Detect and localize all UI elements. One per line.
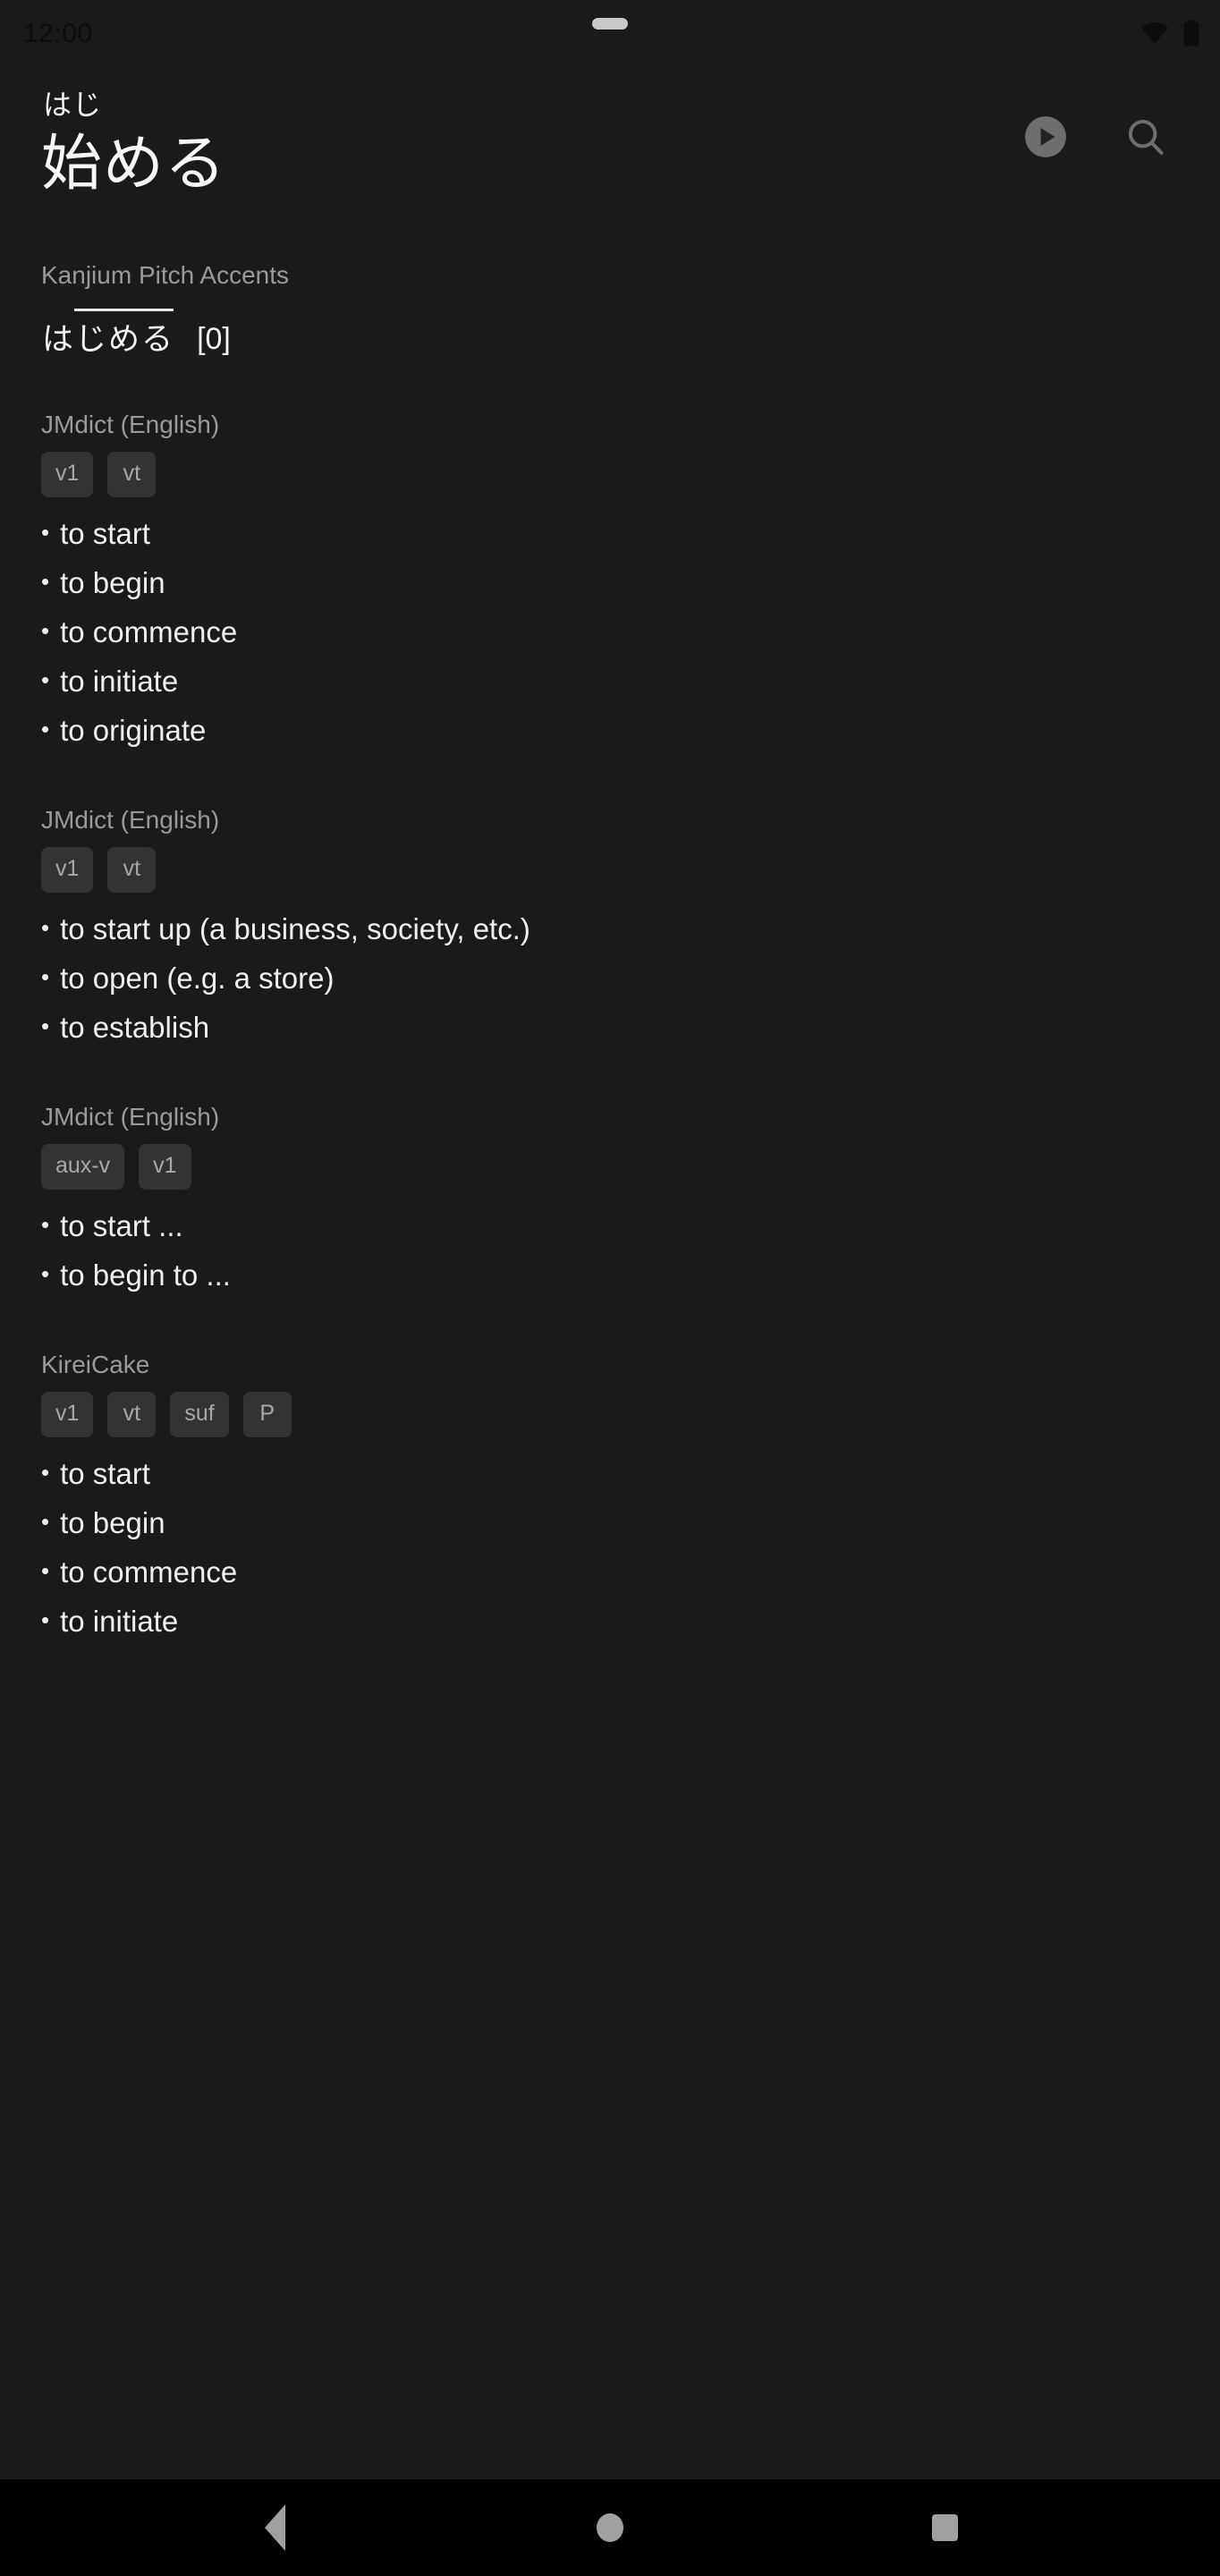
- definition-item: • to originate: [41, 707, 1179, 756]
- entry-pitch-accent: Kanjium Pitch Accents は じ め る [0]: [41, 202, 1179, 360]
- play-audio-button[interactable]: [1021, 113, 1070, 161]
- entry-jmdict-3: JMdict (English) aux-v v1 • to start ... …: [41, 1053, 1179, 1301]
- entry-tag-row: v1 vt: [41, 846, 1179, 893]
- nav-recents-button[interactable]: [902, 2485, 988, 2571]
- nav-home-button[interactable]: [567, 2485, 653, 2571]
- entry-tag[interactable]: aux-v: [41, 1144, 125, 1190]
- bullet-icon: •: [41, 1211, 50, 1238]
- definition-text: to start up (a business, society, etc.): [60, 911, 530, 945]
- entry-tag[interactable]: vt: [107, 1392, 157, 1438]
- status-icons: [1140, 19, 1200, 51]
- battery-icon: [1182, 19, 1200, 51]
- app-bar: はじ 始める: [0, 70, 1220, 202]
- bullet-icon: •: [41, 1508, 50, 1536]
- entry-source-label: JMdict (English): [41, 410, 220, 438]
- entry-source-label: JMdict (English): [41, 805, 220, 834]
- entry-jmdict-2: JMdict (English) v1 vt • to start up (a b…: [41, 756, 1179, 1053]
- status-clock: 12:00: [23, 19, 93, 48]
- definition-list: • to start • to begin • to commence • to ini…: [41, 1450, 1179, 1647]
- definition-item: • to commence: [41, 1548, 1179, 1597]
- camera-cutout: [592, 18, 628, 30]
- definition-item: • to begin: [41, 559, 1179, 608]
- pitch-mora: じ: [74, 308, 108, 360]
- definition-text: to start: [60, 1457, 150, 1491]
- page-title: 始める: [41, 130, 227, 199]
- definition-item: • to begin to ...: [41, 1251, 1179, 1301]
- app-bar-actions: [1021, 84, 1190, 161]
- pitch-accent-row: は じ め る [0]: [41, 303, 1179, 360]
- bullet-icon: •: [41, 1459, 50, 1487]
- bullet-icon: •: [41, 1606, 50, 1633]
- bullet-icon: •: [41, 1556, 50, 1584]
- pitch-accent-number: [0]: [197, 321, 231, 356]
- bullet-icon: •: [41, 715, 50, 742]
- entry-tag[interactable]: v1: [41, 846, 94, 893]
- definition-text: to start ...: [60, 1209, 183, 1242]
- definition-item: • to commence: [41, 608, 1179, 657]
- definition-list: • to start • to begin • to commence • to ini…: [41, 510, 1179, 755]
- definition-item: • to open (e.g. a store): [41, 954, 1179, 1004]
- entry-jmdict-1: JMdict (English) v1 vt • to start • to beg…: [41, 360, 1179, 756]
- bullet-icon: •: [41, 665, 50, 693]
- definition-text: to begin: [60, 1506, 165, 1540]
- search-button[interactable]: [1122, 113, 1170, 161]
- definition-item: • to start: [41, 510, 1179, 559]
- entry-tag[interactable]: v1: [41, 1392, 94, 1438]
- definition-text: to commence: [60, 614, 238, 648]
- bullet-icon: •: [41, 962, 50, 990]
- definition-item: • to start ...: [41, 1202, 1179, 1251]
- entry-tag-row: v1 vt suf P: [41, 1392, 1179, 1438]
- pitch-mora: は: [42, 321, 74, 357]
- bullet-icon: •: [41, 1259, 50, 1287]
- entry-source-label: Kanjium Pitch Accents: [41, 261, 290, 290]
- entry-tag[interactable]: v1: [139, 1144, 191, 1190]
- definition-item: • to start up (a business, society, etc.): [41, 905, 1179, 954]
- square-recents-icon: [932, 2514, 959, 2541]
- furigana-reading: はじ: [43, 89, 103, 121]
- definition-text: to commence: [60, 1555, 238, 1589]
- entry-tag-row: aux-v v1: [41, 1144, 1179, 1190]
- entry-tag[interactable]: v1: [41, 452, 94, 498]
- definition-text: to begin to ...: [60, 1258, 231, 1292]
- circle-home-icon: [596, 2513, 623, 2542]
- definition-text: to initiate: [60, 1604, 179, 1638]
- pitch-accent-word: は じ め る: [41, 308, 174, 360]
- triangle-back-icon: [264, 2504, 285, 2551]
- definition-item: • to start: [41, 1450, 1179, 1499]
- wifi-icon: [1140, 21, 1170, 49]
- definition-text: to establish: [60, 1010, 210, 1044]
- entry-source-label: JMdict (English): [41, 1102, 220, 1131]
- definition-text: to begin: [60, 566, 165, 600]
- definition-list: • to start ... • to begin to ...: [41, 1202, 1179, 1301]
- pitch-mora: る: [140, 308, 174, 360]
- bullet-icon: •: [41, 913, 50, 941]
- app-screen: 12:00 はじ 始める Kanjium Pitch Accents は じ め…: [0, 0, 1220, 2576]
- entry-kireicake: KireiCake v1 vt suf P • to start • to begi…: [41, 1301, 1179, 1647]
- status-bar: 12:00: [0, 0, 1220, 70]
- definition-text: to initiate: [60, 664, 179, 698]
- definition-item: • to begin: [41, 1499, 1179, 1548]
- entry-tag[interactable]: P: [242, 1392, 292, 1438]
- entry-tag[interactable]: vt: [107, 452, 157, 498]
- definition-text: to open (e.g. a store): [60, 961, 335, 995]
- entry-source-label: KireiCake: [41, 1350, 150, 1378]
- bullet-icon: •: [41, 519, 50, 547]
- bullet-icon: •: [41, 1012, 50, 1039]
- entry-tag[interactable]: suf: [170, 1392, 229, 1438]
- definition-item: • to initiate: [41, 657, 1179, 707]
- headword-block[interactable]: はじ 始める: [41, 84, 226, 202]
- definition-text: to originate: [60, 713, 207, 747]
- definition-list: • to start up (a business, society, etc.)…: [41, 905, 1179, 1053]
- bullet-icon: •: [41, 616, 50, 644]
- nav-back-button[interactable]: [232, 2485, 318, 2571]
- android-nav-bar: [0, 2479, 1220, 2576]
- pitch-mora: め: [107, 308, 141, 360]
- bullet-icon: •: [41, 568, 50, 596]
- definition-text: to start: [60, 517, 150, 551]
- entry-tag[interactable]: vt: [107, 846, 157, 893]
- definitions-scroll-area[interactable]: Kanjium Pitch Accents は じ め る [0] JMdict…: [0, 202, 1220, 2479]
- entry-tag-row: v1 vt: [41, 452, 1179, 498]
- definition-item: • to establish: [41, 1004, 1179, 1053]
- definition-item: • to initiate: [41, 1597, 1179, 1647]
